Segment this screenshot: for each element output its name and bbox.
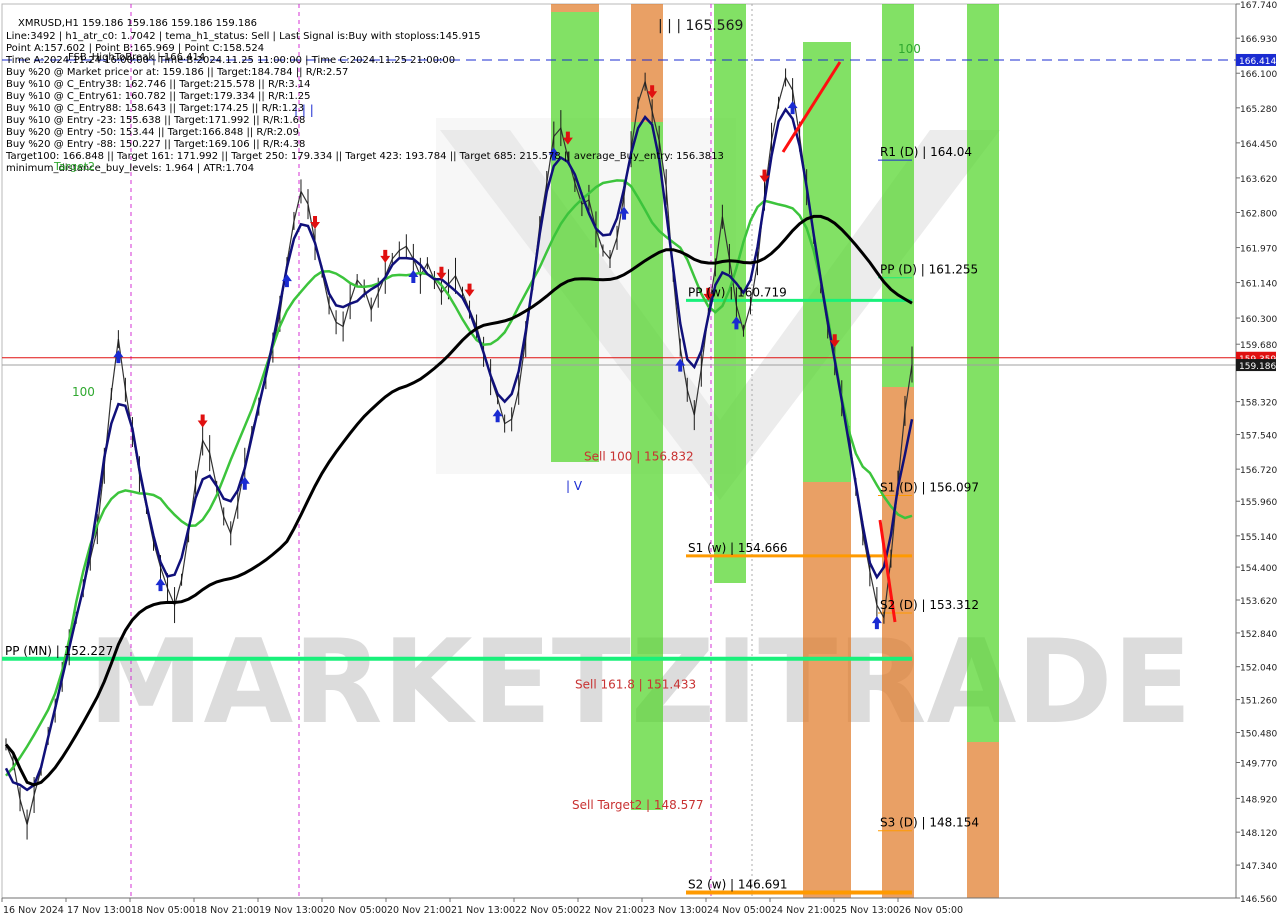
x-tick-label-4: 19 Nov 13:00 <box>259 905 323 916</box>
y-tick-label-5: 163.620 <box>1240 175 1277 185</box>
level-label-11: Sell Target2 | 148.577 <box>572 798 704 812</box>
x-tick-label-14: 26 Nov 05:00 <box>899 905 963 916</box>
info-line-10: Target100: 166.848 || Target 161: 171.99… <box>5 151 724 162</box>
x-tick-label-9: 22 Nov 21:00 <box>579 905 643 916</box>
info-line-8: Buy %20 @ Entry -50: 153.44 || Target:16… <box>6 127 299 138</box>
info-line-4: Buy %10 @ C_Entry38: 162.746 || Target:2… <box>6 79 311 90</box>
info-line-7: Buy %10 @ Entry -23: 155.638 || Target:1… <box>6 115 305 126</box>
x-tick-label-8: 22 Nov 05:00 <box>515 905 579 916</box>
level-label-9: Sell 100 | 156.832 <box>584 449 694 463</box>
y-tick-label-11: 158.320 <box>1240 399 1277 409</box>
y-tick-label-0: 167.740 <box>1240 1 1277 11</box>
level-label-7: S2 (D) | 153.312 <box>880 598 979 612</box>
y-tick-label-14: 155.960 <box>1240 498 1277 508</box>
x-tick-label-7: 21 Nov 13:00 <box>451 905 515 916</box>
y-tick-label-2: 166.100 <box>1240 70 1277 80</box>
price-tag-2: 159.186 <box>1239 362 1276 372</box>
y-tick-label-9: 160.300 <box>1240 315 1277 325</box>
top-annotation: | | | 165.569 <box>658 18 743 34</box>
price-axis-bg <box>1236 0 1280 920</box>
y-tick-label-13: 156.720 <box>1240 466 1277 476</box>
x-tick-label-12: 24 Nov 21:00 <box>771 905 835 916</box>
x-tick-label-5: 20 Nov 05:00 <box>323 905 387 916</box>
price-tag-0: 166.414 <box>1239 57 1276 67</box>
y-tick-label-15: 155.140 <box>1240 533 1277 543</box>
y-tick-label-10: 159.680 <box>1240 341 1277 351</box>
x-tick-label-10: 23 Nov 13:00 <box>643 905 707 916</box>
wave-label-2: | V <box>566 479 583 493</box>
y-tick-label-4: 164.450 <box>1240 140 1277 150</box>
zone-3 <box>631 122 663 810</box>
y-tick-label-24: 148.120 <box>1240 829 1277 839</box>
x-tick-label-2: 18 Nov 05:00 <box>131 905 195 916</box>
info-line-11: minimum_distance_buy_levels: 1.964 | ATR… <box>6 163 254 174</box>
y-tick-label-17: 153.620 <box>1240 597 1277 607</box>
zone-6 <box>803 482 851 898</box>
x-tick-label-11: 24 Nov 05:00 <box>707 905 771 916</box>
x-tick-label-13: 25 Nov 13:00 <box>835 905 899 916</box>
level-100-right: 100 <box>898 42 921 56</box>
level-100-left: 100 <box>72 385 95 399</box>
y-tick-label-22: 149.770 <box>1240 760 1277 770</box>
x-tick-label-1: 17 Nov 13:00 <box>67 905 131 916</box>
level-label-3: S2 (w) | 146.691 <box>688 877 788 891</box>
zone-0 <box>551 4 599 12</box>
level-label-2: S1 (w) | 154.666 <box>688 541 788 555</box>
y-tick-label-8: 161.140 <box>1240 280 1277 290</box>
level-label-10: Sell 161.8 | 151.433 <box>575 677 696 691</box>
info-line-9: Buy %20 @ Entry -88: 150.227 || Target:1… <box>6 139 305 150</box>
info-line-5: Buy %10 @ C_Entry61: 160.782 || Target:1… <box>6 91 311 102</box>
x-tick-label-6: 20 Nov 21:00 <box>387 905 451 916</box>
x-tick-label-0: 16 Nov 2024 <box>3 905 64 916</box>
info-line-6: Buy %10 @ C_Entry88: 158.643 || Target:1… <box>6 103 304 114</box>
symbol-line: XMRUSD,H1 159.186 159.186 159.186 159.18… <box>18 18 257 29</box>
y-tick-label-3: 165.280 <box>1240 105 1277 115</box>
y-tick-label-16: 154.400 <box>1240 564 1277 574</box>
y-tick-label-19: 152.040 <box>1240 664 1277 674</box>
y-tick-label-1: 166.930 <box>1240 35 1277 45</box>
zone-9 <box>967 4 999 742</box>
y-tick-label-20: 151.260 <box>1240 697 1277 707</box>
chart-root: MARKETZITRADE PP (MN) | 152.227PP (w) | … <box>0 0 1280 920</box>
target2-label: Target2 <box>53 160 95 173</box>
zone-7 <box>882 4 914 387</box>
y-tick-label-12: 157.540 <box>1240 432 1277 442</box>
fsb-label: FSB_HighToBreak | 166.414 <box>68 52 205 63</box>
info-line-3: Buy %20 @ Market price or at: 159.186 ||… <box>6 67 348 78</box>
y-tick-label-6: 162.800 <box>1240 210 1277 220</box>
y-tick-label-18: 152.840 <box>1240 630 1277 640</box>
y-tick-label-26: 146.560 <box>1240 895 1277 905</box>
level-label-4: R1 (D) | 164.04 <box>880 145 972 159</box>
level-label-1: PP (w) | 160.719 <box>688 285 787 299</box>
zone-1 <box>551 12 599 462</box>
y-tick-label-25: 147.340 <box>1240 862 1277 872</box>
price-chart: MARKETZITRADE PP (MN) | 152.227PP (w) | … <box>0 0 1280 920</box>
y-tick-label-7: 161.970 <box>1240 245 1277 255</box>
level-label-6: S1 (D) | 156.097 <box>880 480 979 494</box>
level-label-8: S3 (D) | 148.154 <box>880 816 979 830</box>
y-tick-label-21: 150.480 <box>1240 730 1277 740</box>
info-line-0: Line:3492 | h1_atr_c0: 1.7042 | tema_h1_… <box>6 31 481 42</box>
level-label-5: PP (D) | 161.255 <box>880 263 978 277</box>
level-label-0: PP (MN) | 152.227 <box>5 644 113 658</box>
y-tick-label-23: 148.920 <box>1240 795 1277 805</box>
x-tick-label-3: 18 Nov 21:00 <box>195 905 259 916</box>
